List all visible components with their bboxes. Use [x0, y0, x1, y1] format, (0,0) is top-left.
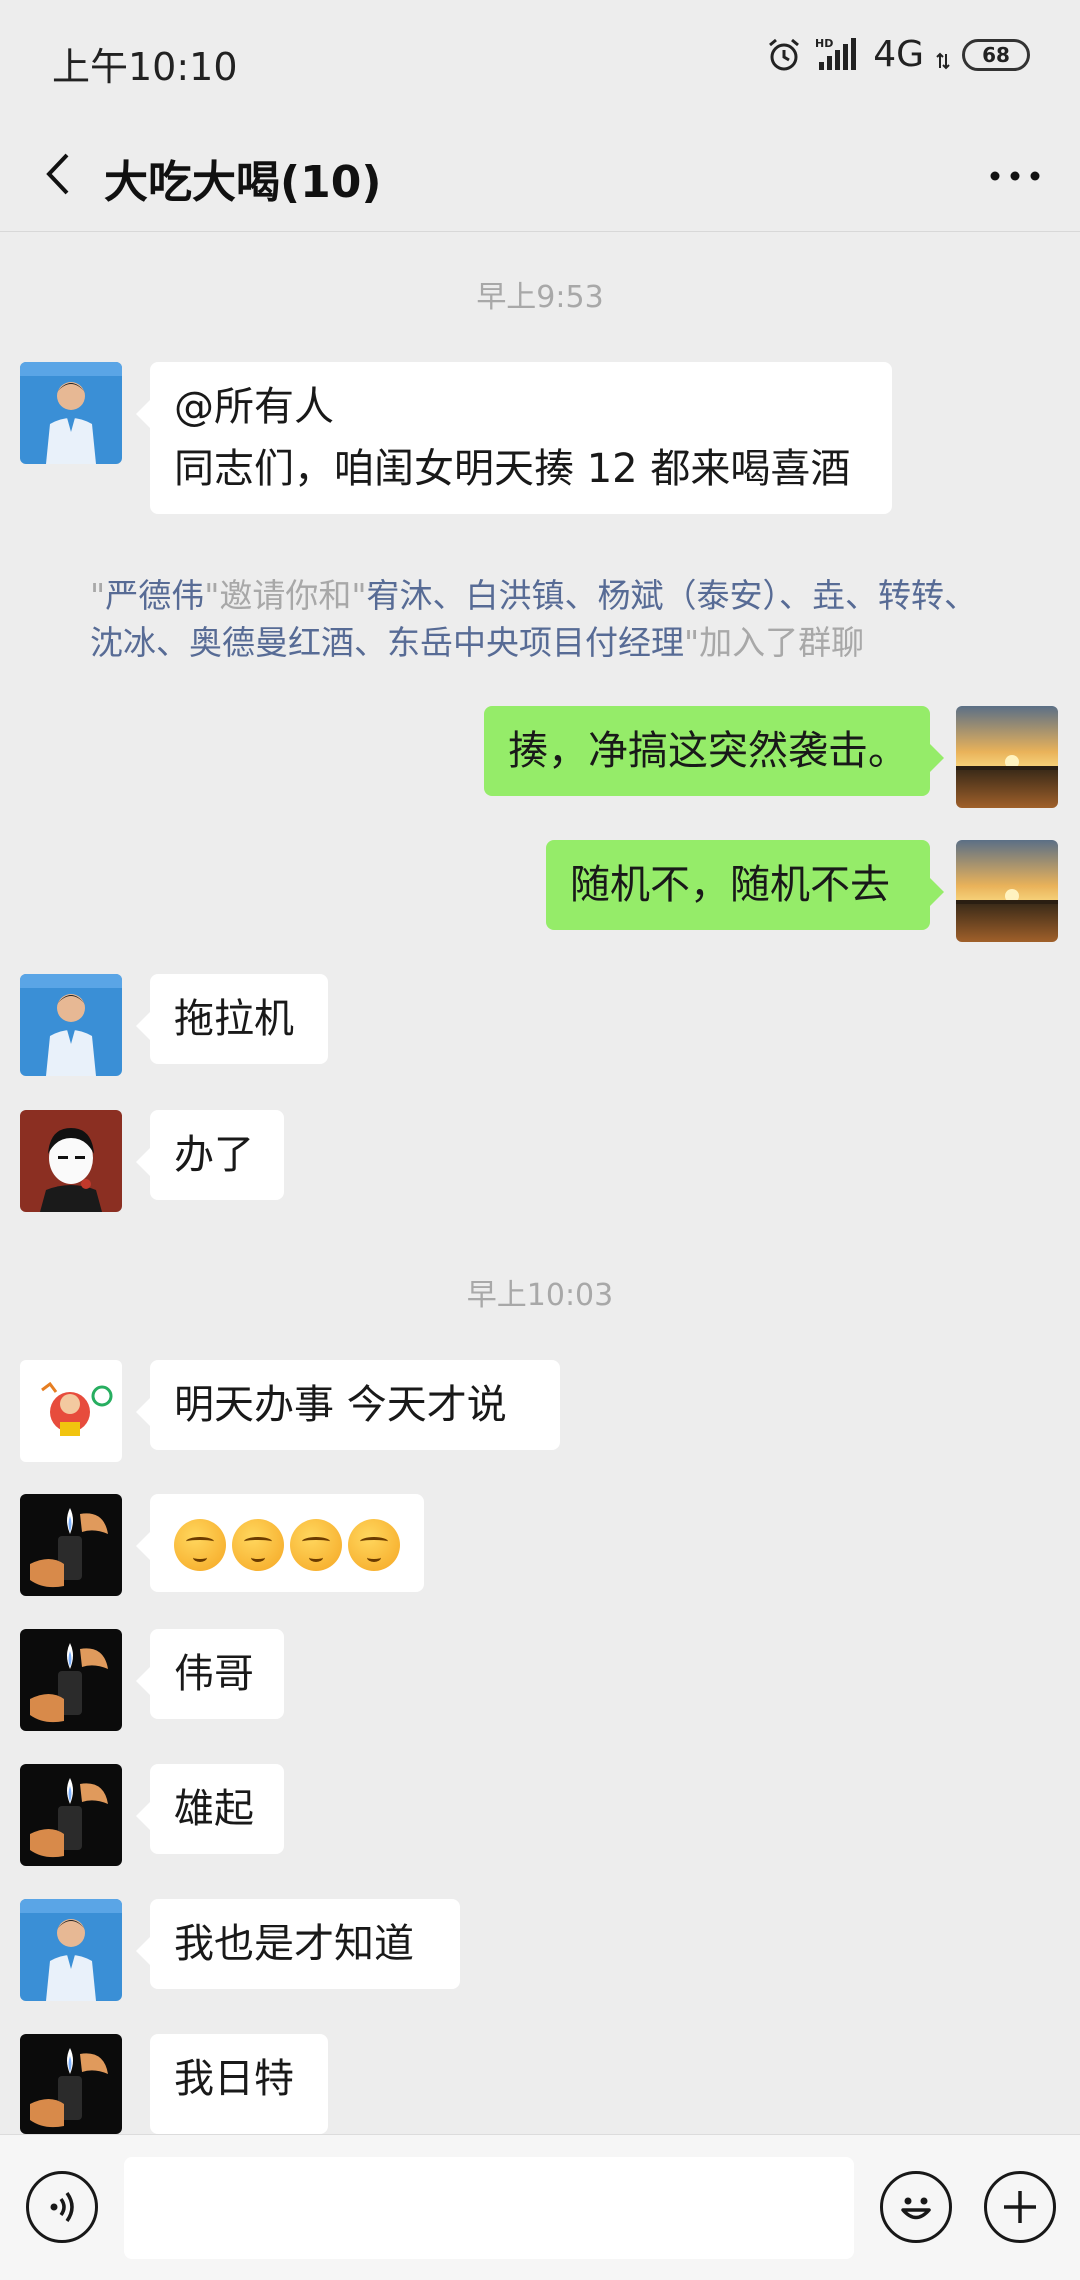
system-message: "严德伟"邀请你和"宥沐、白洪镇、杨斌（泰安）、垚、转转、 沈冰、奥德曼红酒、东岳… [90, 576, 978, 662]
inviter-name[interactable]: 严德伟 [105, 576, 204, 615]
message-text: 我也是才知道 [174, 1921, 414, 1967]
message-bubble[interactable]: 明天办事 今天才说 [136, 1360, 560, 1450]
message-bubble[interactable]: 拖拉机 [136, 974, 328, 1064]
message-bubble[interactable]: 雄起 [136, 1764, 284, 1854]
avatar-member-blue[interactable] [20, 1899, 122, 2001]
message-text: 明天办事 今天才说 [174, 1382, 507, 1428]
emoji-row [174, 1512, 400, 1574]
message-text: 办了 [174, 1132, 254, 1178]
message-text: 伟哥 [174, 1651, 254, 1697]
avatar-self[interactable] [956, 840, 1058, 942]
plus-button[interactable] [984, 2171, 1056, 2243]
voice-icon [50, 2191, 74, 2223]
avatar-member-blue[interactable] [20, 974, 122, 1076]
voice-button[interactable] [26, 2171, 98, 2243]
status-time: 上午10:10 [52, 45, 238, 89]
chevron-left-icon [46, 153, 69, 195]
hd-signal-icon: HD [815, 36, 861, 74]
emoji-face-icon [174, 1519, 226, 1571]
emoji-face-icon [348, 1519, 400, 1571]
message-bubble[interactable]: 我也是才知道 [136, 1899, 460, 1989]
chat-header: 大吃大喝(10) [0, 118, 1080, 232]
message-bubble-self[interactable]: 揍，净搞这突然袭击。 [484, 706, 944, 796]
status-icons: HD 4G 68 [765, 34, 1030, 75]
message-bubble[interactable]: 伟哥 [136, 1629, 284, 1719]
avatar-member-blue[interactable] [20, 362, 122, 464]
emoji-face-icon [290, 1519, 342, 1571]
more-dots-icon [990, 171, 1040, 181]
network-type: 4G [873, 34, 924, 75]
emoji-button[interactable] [880, 2171, 952, 2243]
chat-input-bar [0, 2134, 1080, 2280]
message-text: 拖拉机 [174, 996, 294, 1042]
plus-icon [1004, 2191, 1036, 2223]
avatar-self[interactable] [956, 706, 1058, 808]
message-text: 揍，净搞这突然袭击。 [508, 728, 908, 774]
svg-text:HD: HD [815, 37, 833, 50]
message-bubble-emoji[interactable] [136, 1494, 424, 1592]
battery-icon: 68 [962, 38, 1030, 71]
avatar-member-cartoon[interactable] [20, 1110, 122, 1212]
message-text: 随机不，随机不去 [570, 862, 890, 908]
emoji-face-icon [232, 1519, 284, 1571]
avatar-member-lighter[interactable] [20, 2034, 122, 2134]
message-bubble[interactable]: 办了 [136, 1110, 284, 1200]
message-text: 雄起 [174, 1786, 254, 1832]
data-arrows-icon [936, 40, 950, 70]
back-button[interactable] [28, 144, 88, 204]
message-input[interactable] [124, 2157, 854, 2259]
avatar-member-lighter[interactable] [20, 1494, 122, 1596]
message-bubble[interactable]: 我日特 [150, 2034, 328, 2134]
message-text-line: @所有人 [174, 384, 334, 430]
chat-title: 大吃大喝(10) [104, 157, 382, 208]
timestamp: 早上10:03 [466, 1278, 614, 1313]
message-text: 我日特 [174, 2056, 294, 2102]
avatar-member-lighter[interactable] [20, 1764, 122, 1866]
avatar-member-lighter[interactable] [20, 1629, 122, 1731]
message-text-line: 同志们，咱闺女明天揍 12 都来喝喜酒 [174, 446, 851, 492]
invitee-names[interactable]: 宥沐、白洪镇、杨斌（泰安）、垚、转转、 [367, 576, 978, 615]
alarm-icon [765, 36, 803, 74]
message-bubble-self[interactable]: 随机不，随机不去 [546, 840, 944, 930]
status-bar: 上午10:10 HD 4G 68 [0, 0, 1080, 118]
more-button[interactable] [980, 148, 1050, 204]
message-bubble[interactable]: @所有人 同志们，咱闺女明天揍 12 都来喝喜酒 [136, 362, 892, 514]
timestamp: 早上9:53 [476, 280, 604, 315]
emoji-icon [901, 2197, 931, 2220]
avatar-member-festive[interactable] [20, 1360, 122, 1462]
invitee-names[interactable]: 沈冰、奥德曼红酒、东岳中央项目付经理 [90, 623, 684, 662]
